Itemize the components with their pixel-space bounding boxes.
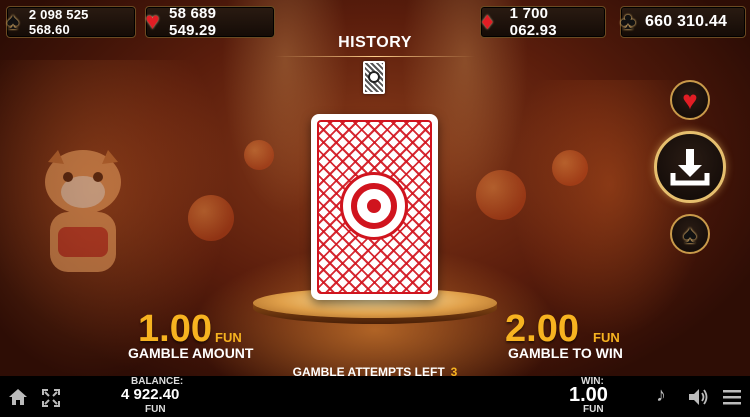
diamond-icon: ♦ xyxy=(481,8,494,35)
background-orange xyxy=(552,150,588,186)
collect-button[interactable] xyxy=(654,131,726,203)
spade-icon: ♠ xyxy=(683,219,697,249)
menu-icon[interactable] xyxy=(722,389,742,405)
background-orange xyxy=(244,140,274,170)
background-orange xyxy=(476,170,526,220)
spade-icon: ♠ xyxy=(6,8,20,35)
background-glow-right xyxy=(510,80,710,340)
heart-icon: ♥ xyxy=(682,85,698,115)
balance-unit: FUN xyxy=(145,404,166,415)
gamble-amount-unit: FUN xyxy=(215,330,242,345)
balance-value: 4 922.40 xyxy=(121,386,180,403)
gamble-card xyxy=(311,114,438,300)
red-heart-button[interactable]: ♥ xyxy=(670,80,710,120)
gamble-to-win-unit: FUN xyxy=(593,330,620,345)
home-icon[interactable] xyxy=(8,388,28,406)
bottom-bar: BALANCE: 4 922.40 FUN WIN: 1.00 FUN ♪ xyxy=(0,376,750,417)
music-icon[interactable]: ♪ xyxy=(656,385,666,405)
gamble-amount-label: GAMBLE AMOUNT xyxy=(128,345,254,361)
card-logo-icon xyxy=(340,172,408,240)
fullscreen-icon[interactable] xyxy=(42,389,60,407)
history-divider xyxy=(275,56,475,57)
gamble-to-win-label: GAMBLE TO WIN xyxy=(508,345,623,361)
background-orange xyxy=(188,195,234,241)
win-unit: FUN xyxy=(583,404,604,415)
history-title: HISTORY xyxy=(338,34,412,51)
club-icon: ♣ xyxy=(620,8,636,35)
heart-icon: ♥ xyxy=(145,8,160,35)
jackpot-value: 2 098 525 568.60 xyxy=(28,7,89,37)
history-card[interactable] xyxy=(363,61,385,94)
sound-icon[interactable] xyxy=(688,388,710,406)
black-spade-button[interactable]: ♠ xyxy=(670,214,710,254)
tiger-mascot-image xyxy=(45,150,121,272)
download-icon xyxy=(670,149,710,186)
card-logo-icon xyxy=(368,71,380,83)
jackpot-value: 660 310.44 xyxy=(645,13,728,30)
